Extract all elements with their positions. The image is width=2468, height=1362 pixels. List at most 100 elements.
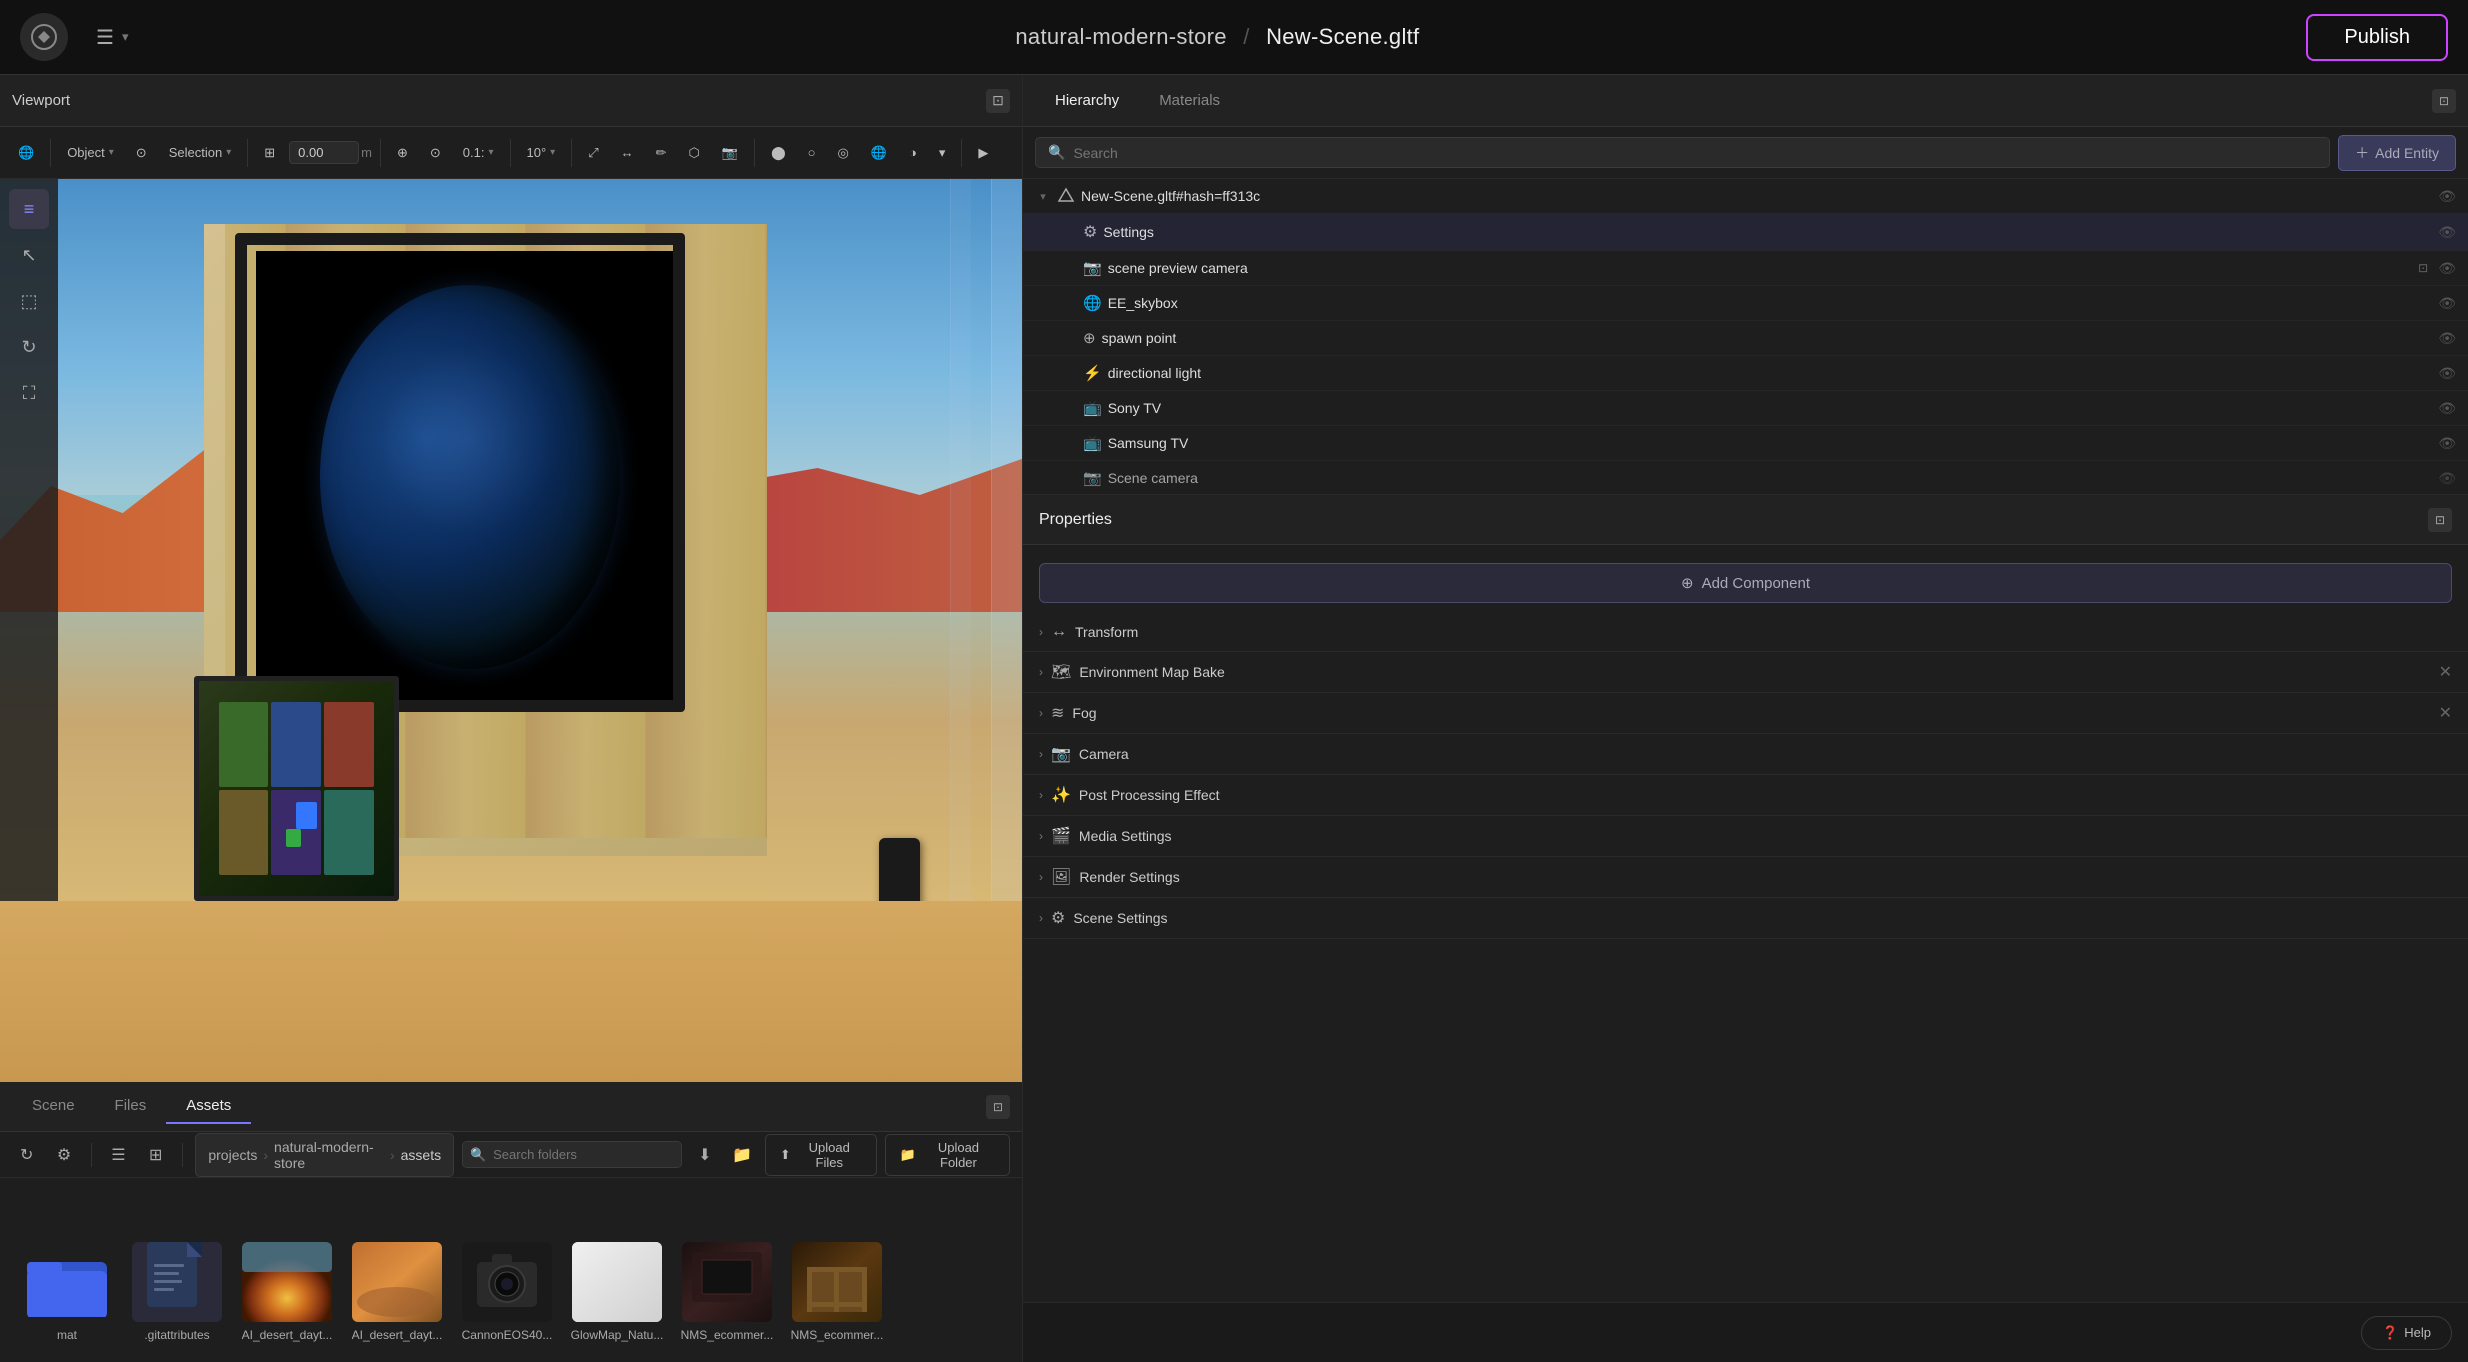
shape-btn[interactable]: ⬡	[681, 141, 708, 165]
search-input[interactable]	[1073, 145, 2317, 161]
position-input[interactable]	[289, 141, 359, 164]
halfmoon-btn[interactable]: ◑	[901, 141, 925, 164]
globe-btn[interactable]: 🌐	[10, 141, 42, 165]
visibility-icon[interactable]: 👁	[2438, 470, 2456, 487]
properties-header: Properties ⊡	[1023, 495, 2468, 545]
camera-vp-btn[interactable]: 📷	[714, 141, 746, 165]
grid-btn[interactable]: ⊞	[256, 141, 283, 165]
app-logo[interactable]	[20, 13, 68, 61]
asset-thumbnail	[462, 1242, 552, 1322]
section-header[interactable]: › 🗺 Environment Map Bake ✕	[1023, 652, 2468, 692]
assets-maximize[interactable]: ⊡	[986, 1095, 1010, 1119]
asset-item[interactable]: AI_desert_dayt...	[232, 1234, 342, 1350]
object-mode-btn[interactable]: Object ▾	[59, 141, 122, 164]
asset-thumbnail	[22, 1242, 112, 1322]
publish-button[interactable]: Publish	[2306, 14, 2448, 61]
tool-transform[interactable]: ⬚	[9, 281, 49, 321]
hierarchy-item[interactable]: 📷 scene preview camera ⊡ 👁	[1023, 251, 2468, 286]
property-section-post: › ✨ Post Processing Effect	[1023, 775, 2468, 816]
hierarchy-item[interactable]: ⊕ spawn point 👁	[1023, 321, 2468, 356]
add-component-button[interactable]: ⊕ Add Component	[1039, 563, 2452, 603]
sphere-btn[interactable]: ⬤	[763, 141, 794, 165]
section-header[interactable]: › 📷 Camera	[1023, 734, 2468, 774]
scene-settings-icon: ⚙	[1051, 908, 1065, 928]
properties-maximize[interactable]: ⊡	[2428, 508, 2452, 532]
section-header[interactable]: › ≋ Fog ✕	[1023, 693, 2468, 733]
translate-btn[interactable]: ↔	[613, 141, 642, 164]
close-icon[interactable]: ✕	[2439, 662, 2452, 682]
asset-item[interactable]: NMS_ecommer...	[672, 1234, 782, 1350]
section-header[interactable]: › ✨ Post Processing Effect	[1023, 775, 2468, 815]
visibility-icon[interactable]: 👁	[2438, 224, 2456, 241]
tool-scale[interactable]: ⛶	[9, 373, 49, 413]
target-btn[interactable]: ⊙	[128, 141, 155, 165]
pen-btn[interactable]: ✏	[648, 141, 675, 165]
tool-select[interactable]: ↖	[9, 235, 49, 275]
upload-folder-icon-btn[interactable]: 📁	[727, 1139, 756, 1171]
hierarchy-item[interactable]: ▾ New-Scene.gltf#hash=ff313c 👁	[1023, 179, 2468, 214]
download-btn[interactable]: ⬇	[690, 1139, 719, 1171]
tab-files[interactable]: Files	[95, 1089, 167, 1124]
circle-btn[interactable]: ○	[800, 141, 824, 164]
search-folders-input[interactable]	[462, 1141, 682, 1168]
hierarchy-item[interactable]: 📷 Scene camera 👁	[1023, 461, 2468, 494]
snap-btn[interactable]: ⊕	[389, 141, 416, 165]
hierarchy-item[interactable]: ⚙ Settings 👁	[1023, 214, 2468, 251]
visibility-icon[interactable]: 👁	[2438, 330, 2456, 347]
hierarchy-maximize[interactable]: ⊡	[2432, 89, 2456, 113]
viewport-title: Viewport	[12, 92, 70, 109]
expand-icon[interactable]: ▾	[1035, 188, 1051, 204]
ring-btn[interactable]: ◎	[829, 141, 856, 165]
list-view-btn[interactable]: ☰	[104, 1139, 133, 1171]
hierarchy-search[interactable]: 🔍	[1035, 137, 2330, 168]
chevron-right-icon: ›	[1039, 706, 1043, 720]
visibility-icon[interactable]: 👁	[2438, 260, 2456, 277]
menu-toggle[interactable]: ☰ ▾	[96, 25, 128, 50]
help-button[interactable]: ❓ Help	[2361, 1316, 2452, 1350]
upload-folder-btn[interactable]: 📁 Upload Folder	[885, 1134, 1010, 1176]
visibility-icon[interactable]: 👁	[2438, 400, 2456, 417]
hierarchy-item[interactable]: 📺 Samsung TV 👁	[1023, 426, 2468, 461]
asset-item[interactable]: AI_desert_dayt...	[342, 1234, 452, 1350]
center-btn[interactable]: ⊙	[422, 141, 449, 165]
asset-item[interactable]: NMS_ecommer...	[782, 1234, 892, 1350]
scene-floor	[0, 901, 1022, 1082]
grid-view-btn[interactable]: ⊞	[141, 1139, 170, 1171]
hierarchy-item[interactable]: 📺 Sony TV 👁	[1023, 391, 2468, 426]
asset-item[interactable]: CannonEOS40...	[452, 1234, 562, 1350]
tab-assets[interactable]: Assets	[166, 1089, 251, 1124]
visibility-icon[interactable]: 👁	[2438, 435, 2456, 452]
hierarchy-item[interactable]: ⚡ directional light 👁	[1023, 356, 2468, 391]
hierarchy-item[interactable]: 🌐 EE_skybox 👁	[1023, 286, 2468, 321]
visibility-icon[interactable]: 👁	[2438, 188, 2456, 205]
more-btn[interactable]: ▾	[931, 141, 954, 165]
tab-scene[interactable]: Scene	[12, 1089, 95, 1124]
globe2-btn[interactable]: 🌐	[863, 141, 895, 165]
asset-item[interactable]: mat	[12, 1234, 122, 1350]
play-btn[interactable]: ▶	[970, 141, 996, 165]
tab-materials[interactable]: Materials	[1139, 84, 1240, 117]
snap-value-btn[interactable]: 0.1: ▾	[455, 141, 502, 164]
add-entity-button[interactable]: ＋ Add Entity	[2338, 135, 2456, 171]
settings-btn[interactable]: ⚙	[49, 1139, 78, 1171]
selection-btn[interactable]: Selection ▾	[161, 141, 240, 164]
refresh-btn[interactable]: ↻	[12, 1139, 41, 1171]
section-header[interactable]: › ⚙ Scene Settings	[1023, 898, 2468, 938]
angle-btn[interactable]: 10° ▾	[519, 141, 564, 164]
tool-rotate[interactable]: ↻	[9, 327, 49, 367]
visibility-icon[interactable]: 👁	[2438, 295, 2456, 312]
spawn-icon: ⊕	[1083, 329, 1096, 347]
viewport-maximize[interactable]: ⊡	[986, 89, 1010, 113]
section-header[interactable]: › 🎬 Media Settings	[1023, 816, 2468, 856]
upload-files-btn[interactable]: ⬆ Upload Files	[765, 1134, 877, 1176]
assets-header: Scene Files Assets ⊡	[0, 1082, 1022, 1132]
section-header[interactable]: › ↔ Transform	[1023, 613, 2468, 651]
asset-item[interactable]: .gitattributes	[122, 1234, 232, 1350]
tab-hierarchy[interactable]: Hierarchy	[1035, 84, 1139, 117]
asset-item[interactable]: GlowMap_Natu...	[562, 1234, 672, 1350]
tool-menu[interactable]: ≡	[9, 189, 49, 229]
transform-btn[interactable]: ⤢	[580, 141, 606, 165]
close-icon[interactable]: ✕	[2439, 703, 2452, 723]
visibility-icon[interactable]: 👁	[2438, 365, 2456, 382]
section-header[interactable]: › 🖼 Render Settings	[1023, 857, 2468, 897]
